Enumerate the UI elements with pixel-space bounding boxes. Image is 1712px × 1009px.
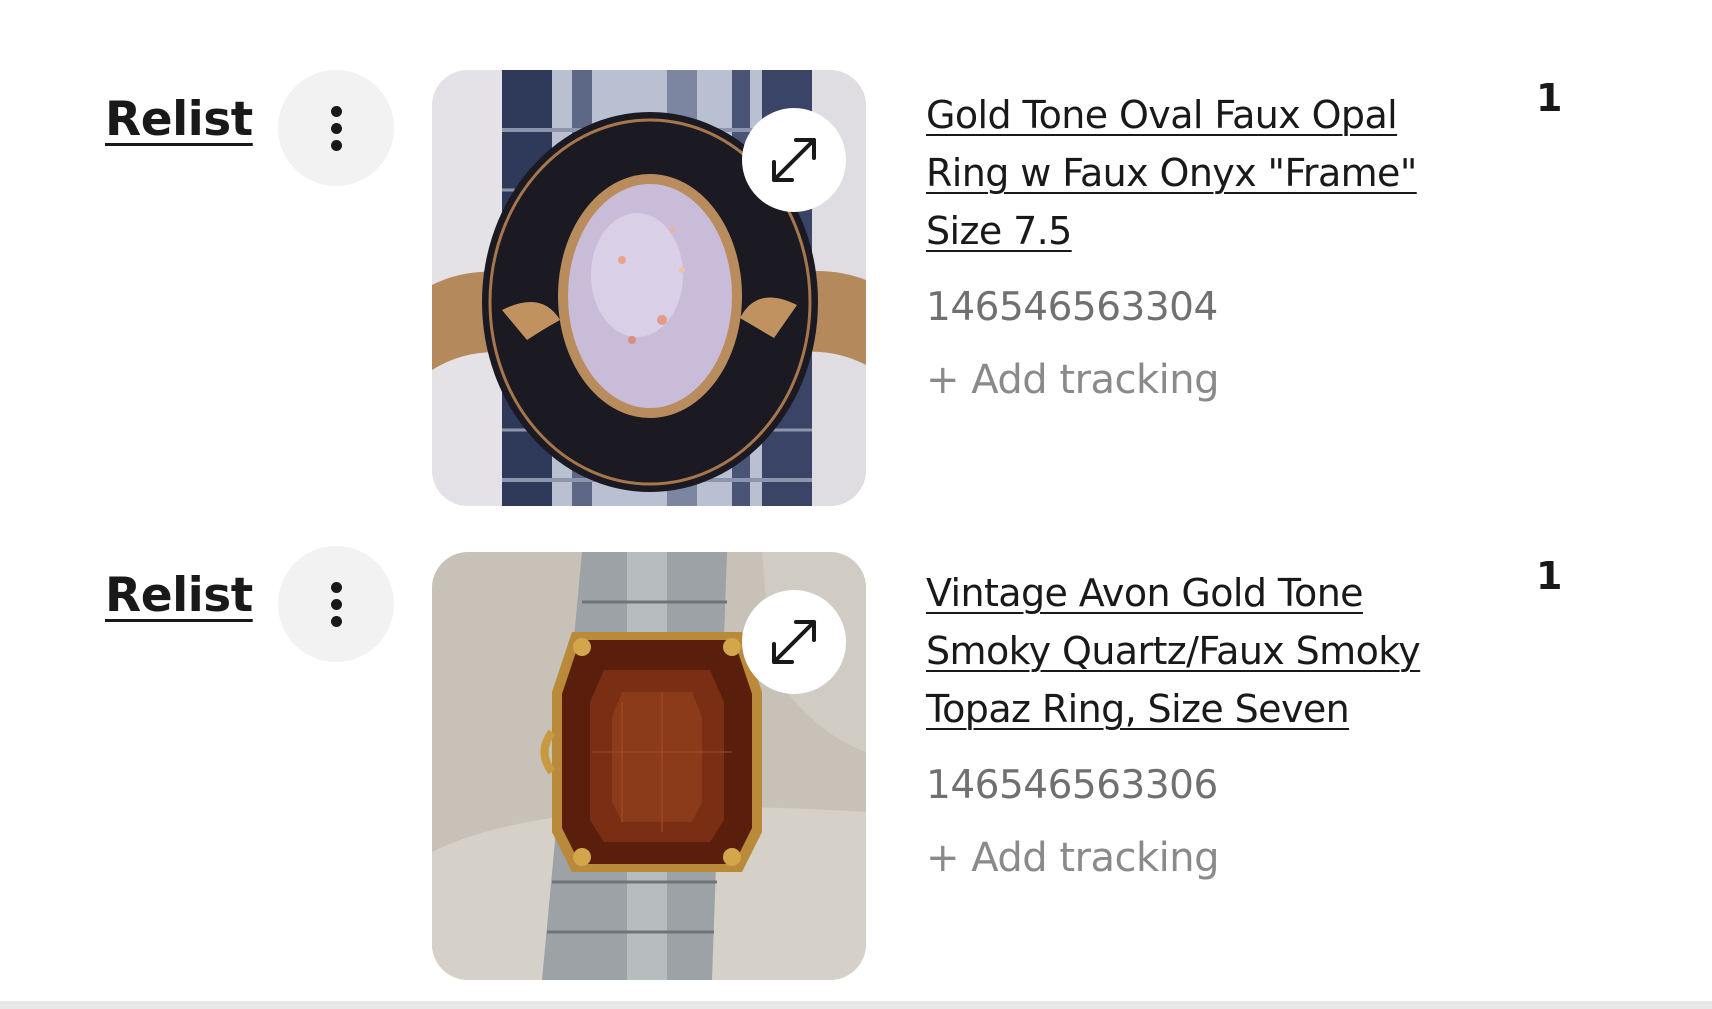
item-thumbnail[interactable]: [432, 552, 866, 980]
expand-icon: [772, 620, 816, 664]
quantity: 1: [1536, 76, 1563, 120]
expand-image-button[interactable]: [742, 590, 846, 694]
order-number: 146546563304: [926, 285, 1218, 330]
item-title-link[interactable]: Gold Tone Oval Faux Opal Ring w Faux Ony…: [926, 86, 1486, 260]
order-row: Relist: [0, 476, 1712, 980]
more-vertical-icon: [331, 106, 342, 117]
order-number: 146546563306: [926, 763, 1218, 808]
item-details: Vintage Avon Gold Tone Smoky Quartz/Faux…: [926, 564, 1486, 886]
item-title-link[interactable]: Vintage Avon Gold Tone Smoky Quartz/Faux…: [926, 564, 1486, 738]
order-row: Relist: [0, 0, 1712, 506]
expand-icon: [772, 138, 816, 182]
more-vertical-icon: [331, 582, 342, 593]
item-thumbnail[interactable]: [432, 70, 866, 506]
relist-link[interactable]: Relist: [105, 96, 253, 143]
divider: [0, 1001, 1712, 1009]
more-actions-button[interactable]: [278, 70, 394, 186]
relist-link[interactable]: Relist: [105, 572, 253, 619]
item-details: Gold Tone Oval Faux Opal Ring w Faux Ony…: [926, 86, 1486, 408]
add-tracking-link[interactable]: + Add tracking: [926, 352, 1486, 408]
expand-image-button[interactable]: [742, 108, 846, 212]
more-actions-button[interactable]: [278, 546, 394, 662]
quantity: 1: [1536, 554, 1563, 598]
add-tracking-link[interactable]: + Add tracking: [926, 830, 1486, 886]
